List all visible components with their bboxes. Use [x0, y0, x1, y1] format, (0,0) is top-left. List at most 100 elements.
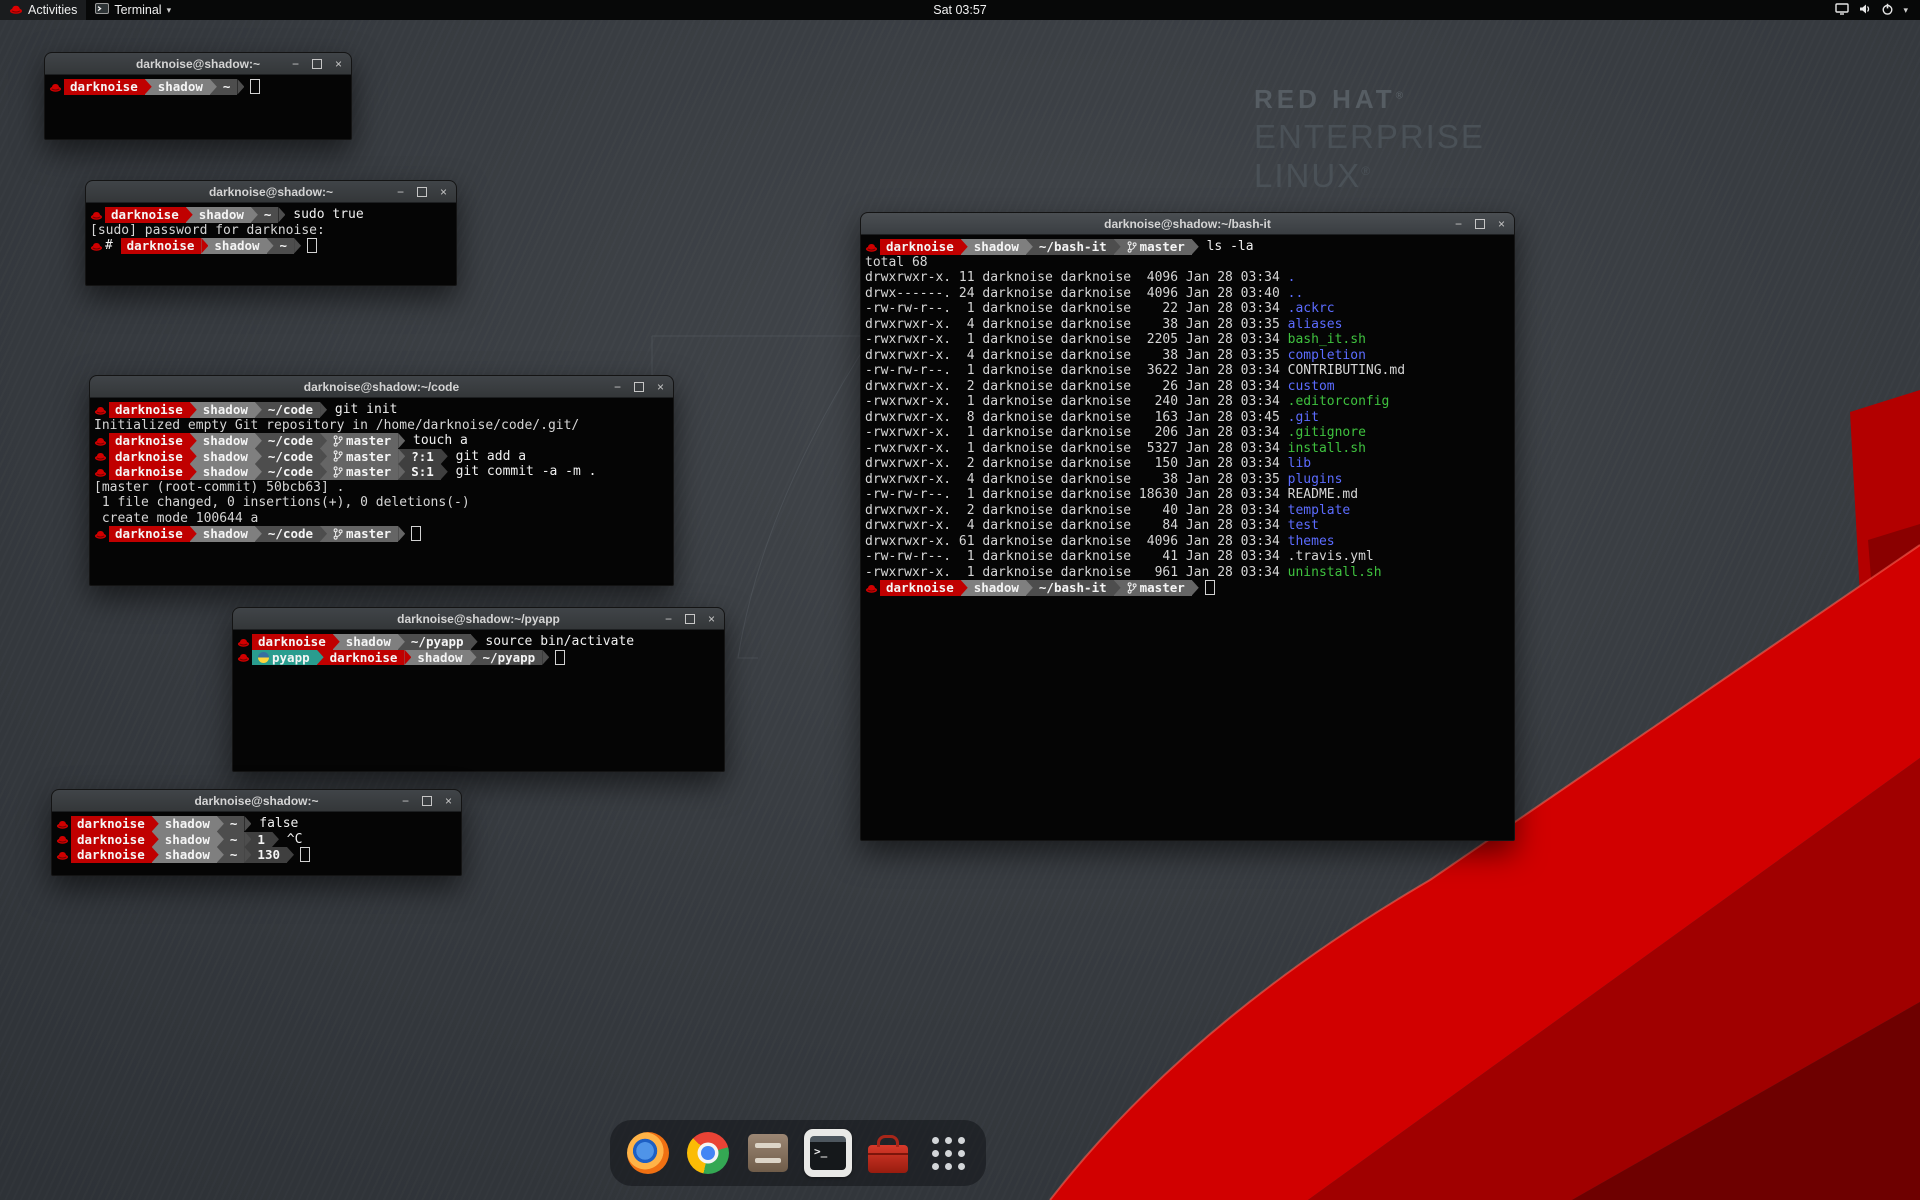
terminal-line: # darknoiseshadow~ [90, 238, 452, 254]
window-titlebar[interactable]: darknoise@shadow:~/bash-it − × [861, 213, 1514, 235]
maximize-button[interactable] [685, 614, 695, 624]
terminal-content[interactable]: darknoiseshadow~/bash-itmaster ls -latot… [861, 235, 1514, 600]
minimize-button[interactable]: − [397, 186, 404, 198]
maximize-button[interactable] [417, 187, 427, 197]
prompt-segment-dark: ~/code [262, 464, 320, 480]
close-button[interactable]: × [708, 613, 715, 625]
top-bar: Activities Terminal ▾ Sat 03:57 ▾ [0, 0, 1920, 20]
close-button[interactable]: × [445, 795, 452, 807]
powerline-separator [152, 832, 159, 848]
powerline-separator [320, 464, 327, 480]
powerline-separator [152, 816, 159, 832]
terminal-content[interactable]: darknoiseshadow~ sudo true[sudo] passwor… [86, 203, 456, 258]
terminal-content[interactable]: darknoiseshadow~/pyapp source bin/activa… [233, 630, 724, 669]
powerline-separator [272, 832, 279, 848]
close-button[interactable]: × [657, 381, 664, 393]
close-button[interactable]: × [440, 186, 447, 198]
file-manager-icon [748, 1134, 788, 1172]
terminal-content[interactable]: darknoiseshadow~ falsedarknoiseshadow~1 … [52, 812, 461, 867]
terminal-text: plugins [1288, 472, 1343, 487]
redhat-icon [237, 636, 250, 648]
terminal-text: ls -la [1199, 239, 1254, 254]
terminal-line: drwxrwxr-x. 4 darknoise darknoise 38 Jan… [865, 348, 1510, 364]
window-title: darknoise@shadow:~/pyapp [397, 612, 560, 626]
terminal-line: darknoiseshadow~/codemaster?:1 git add a [94, 449, 669, 465]
powerline-separator [404, 650, 411, 666]
terminal-text: -rwxrwxr-x. 1 darknoise darknoise 2205 J… [865, 332, 1288, 347]
terminal-line: drwxrwxr-x. 2 darknoise darknoise 40 Jan… [865, 503, 1510, 519]
minimize-button[interactable]: − [665, 613, 672, 625]
powerline-separator [441, 464, 448, 480]
chrome-icon [687, 1132, 729, 1174]
maximize-button[interactable] [422, 796, 432, 806]
prompt-segment-red: darknoise [880, 239, 961, 255]
powerline-separator [152, 847, 159, 863]
close-button[interactable]: × [1498, 218, 1505, 230]
dock-item-files[interactable] [742, 1124, 794, 1182]
terminal-window-sudo: darknoise@shadow:~ − × darknoiseshadow~ … [85, 180, 457, 286]
chevron-down-icon: ▾ [167, 5, 172, 16]
dock-item-toolbox[interactable] [862, 1124, 914, 1182]
terminal-content[interactable]: darknoiseshadow~/code git initInitialize… [90, 398, 673, 546]
prompt-segment-gray: shadow [197, 464, 255, 480]
terminal-text: . [1288, 270, 1296, 285]
clock[interactable]: Sat 03:57 [933, 3, 987, 17]
prompt-segment-red: darknoise [121, 238, 202, 254]
window-titlebar[interactable]: darknoise@shadow:~ − × [45, 53, 351, 75]
system-status-area[interactable]: ▾ [1827, 0, 1916, 20]
redhat-icon [237, 651, 250, 663]
powerline-separator [1026, 239, 1033, 255]
minimize-button[interactable]: − [1455, 218, 1462, 230]
display-icon [1835, 3, 1849, 18]
powerline-separator [441, 449, 448, 465]
dock-item-chrome[interactable] [682, 1124, 734, 1182]
maximize-button[interactable] [634, 382, 644, 392]
minimize-button[interactable]: − [614, 381, 621, 393]
prompt-segment-status: 1 [251, 832, 272, 848]
window-titlebar[interactable]: darknoise@shadow:~ − × [52, 790, 461, 812]
terminal-text: .git [1288, 410, 1319, 425]
minimize-button[interactable]: − [402, 795, 409, 807]
app-menu-terminal[interactable]: Terminal ▾ [86, 0, 180, 20]
terminal-line: drwxrwxr-x. 2 darknoise darknoise 150 Ja… [865, 456, 1510, 472]
app-grid-icon [932, 1137, 965, 1170]
terminal-cursor [555, 650, 565, 665]
dock-item-app-grid[interactable] [922, 1124, 974, 1182]
dock-item-terminal[interactable]: >_ [802, 1124, 854, 1182]
redhat-icon [94, 528, 107, 540]
terminal-text: drwxrwxr-x. 4 darknoise darknoise 38 Jan… [865, 472, 1288, 487]
close-button[interactable]: × [335, 58, 342, 70]
terminal-line: pyappdarknoiseshadow~/pyapp [237, 650, 720, 666]
rhel-wordmark-redhat: RED HAT® [1254, 84, 1485, 115]
redhat-icon [56, 818, 69, 830]
maximize-button[interactable] [312, 59, 322, 69]
activities-label: Activities [28, 3, 77, 17]
activities-button[interactable]: Activities [0, 0, 86, 20]
window-titlebar[interactable]: darknoise@shadow:~/code − × [90, 376, 673, 398]
window-titlebar[interactable]: darknoise@shadow:~/pyapp − × [233, 608, 724, 630]
terminal-line: drwxrwxr-x. 4 darknoise darknoise 38 Jan… [865, 472, 1510, 488]
dock-item-firefox[interactable] [622, 1124, 674, 1182]
powerline-separator [1114, 580, 1121, 596]
powerline-separator [333, 634, 340, 650]
terminal-text: [sudo] password for darknoise: [90, 223, 333, 238]
git-branch-icon [333, 435, 343, 447]
terminal-text: -rw-rw-r--. 1 darknoise darknoise 18630 … [865, 487, 1288, 502]
terminal-line: -rw-rw-r--. 1 darknoise darknoise 41 Jan… [865, 549, 1510, 565]
terminal-line: -rw-rw-r--. 1 darknoise darknoise 18630 … [865, 487, 1510, 503]
prompt-segment-dark: ~/code [262, 402, 320, 418]
terminal-line: drwxrwxr-x. 4 darknoise darknoise 38 Jan… [865, 317, 1510, 333]
powerline-separator [244, 832, 251, 848]
maximize-button[interactable] [1475, 219, 1485, 229]
minimize-button[interactable]: − [292, 58, 299, 70]
terminal-line: -rw-rw-r--. 1 darknoise darknoise 22 Jan… [865, 301, 1510, 317]
terminal-line: -rwxrwxr-x. 1 darknoise darknoise 961 Ja… [865, 565, 1510, 581]
terminal-content[interactable]: darknoiseshadow~ [45, 75, 351, 99]
terminal-text: Initialized empty Git repository in /hom… [94, 418, 579, 433]
terminal-text: .ackrc [1288, 301, 1335, 316]
window-titlebar[interactable]: darknoise@shadow:~ − × [86, 181, 456, 203]
terminal-text: .travis.yml [1288, 549, 1374, 564]
terminal-text: -rwxrwxr-x. 1 darknoise darknoise 240 Ja… [865, 394, 1288, 409]
terminal-text: uninstall.sh [1288, 565, 1382, 580]
terminal-line: darknoiseshadow~130 [56, 847, 457, 863]
